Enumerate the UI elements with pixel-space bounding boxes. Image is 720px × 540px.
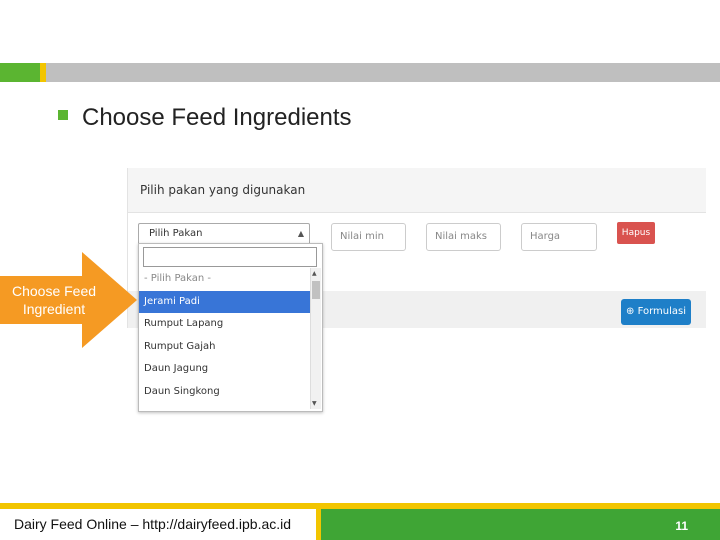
feed-select[interactable]: Pilih Pakan ▲	[138, 223, 310, 245]
top-decor-bar	[0, 63, 720, 82]
dropdown-option[interactable]: Jerami Padi	[139, 290, 310, 313]
min-value-input[interactable]: Nilai min	[331, 223, 406, 251]
scroll-up-icon[interactable]: ▲	[312, 270, 317, 277]
bullet-square-icon	[58, 109, 68, 120]
caret-up-icon: ▲	[297, 229, 304, 238]
dropdown-option[interactable]: - Pilih Pakan -	[139, 268, 310, 291]
plus-circle-icon: ⊕	[625, 306, 635, 317]
callout-text: Choose Feed Ingredient	[11, 283, 97, 317]
delete-button[interactable]: Hapus	[617, 222, 655, 244]
formulate-label: Formulasi	[637, 306, 686, 317]
dropdown-scrollbar[interactable]: ▲ ▼	[310, 268, 321, 409]
dropdown-list: - Pilih Pakan - Jerami Padi Rumput Lapan…	[139, 268, 310, 403]
panel-title: Pilih pakan yang digunakan	[140, 183, 306, 197]
feed-dropdown: - Pilih Pakan - Jerami Padi Rumput Lapan…	[138, 243, 323, 412]
footer-text: Dairy Feed Online – http://dairyfeed.ipb…	[14, 516, 292, 532]
dropdown-option[interactable]: Rumput Lapang	[139, 313, 310, 336]
price-input[interactable]: Harga	[521, 223, 597, 251]
dropdown-option[interactable]: Rumput Gajah	[139, 336, 310, 359]
dropdown-option[interactable]: Daun Singkong	[139, 381, 310, 404]
scrollbar-thumb[interactable]	[312, 281, 320, 299]
footer-left: Dairy Feed Online – http://dairyfeed.ipb…	[0, 509, 316, 540]
price-placeholder: Harga	[530, 231, 561, 242]
scroll-down-icon[interactable]: ▼	[312, 400, 317, 407]
heading-text: Choose Feed Ingredients	[82, 104, 352, 131]
formulate-button[interactable]: ⊕ Formulasi	[621, 299, 691, 325]
footer-right: 11	[321, 509, 720, 540]
callout-arrow: Choose Feed Ingredient	[0, 252, 137, 348]
top-bar-green	[0, 63, 40, 82]
dropdown-option[interactable]: Daun Jagung	[139, 358, 310, 381]
page-number: 11	[675, 519, 688, 533]
max-value-placeholder: Nilai maks	[435, 231, 487, 242]
top-bar-gray	[46, 63, 720, 82]
slide-heading: Choose Feed Ingredients	[58, 104, 352, 132]
max-value-input[interactable]: Nilai maks	[426, 223, 501, 251]
dropdown-search-input[interactable]	[143, 247, 317, 267]
min-value-placeholder: Nilai min	[340, 231, 384, 242]
feed-select-value: Pilih Pakan	[149, 228, 203, 239]
panel-header: Pilih pakan yang digunakan	[128, 168, 706, 213]
